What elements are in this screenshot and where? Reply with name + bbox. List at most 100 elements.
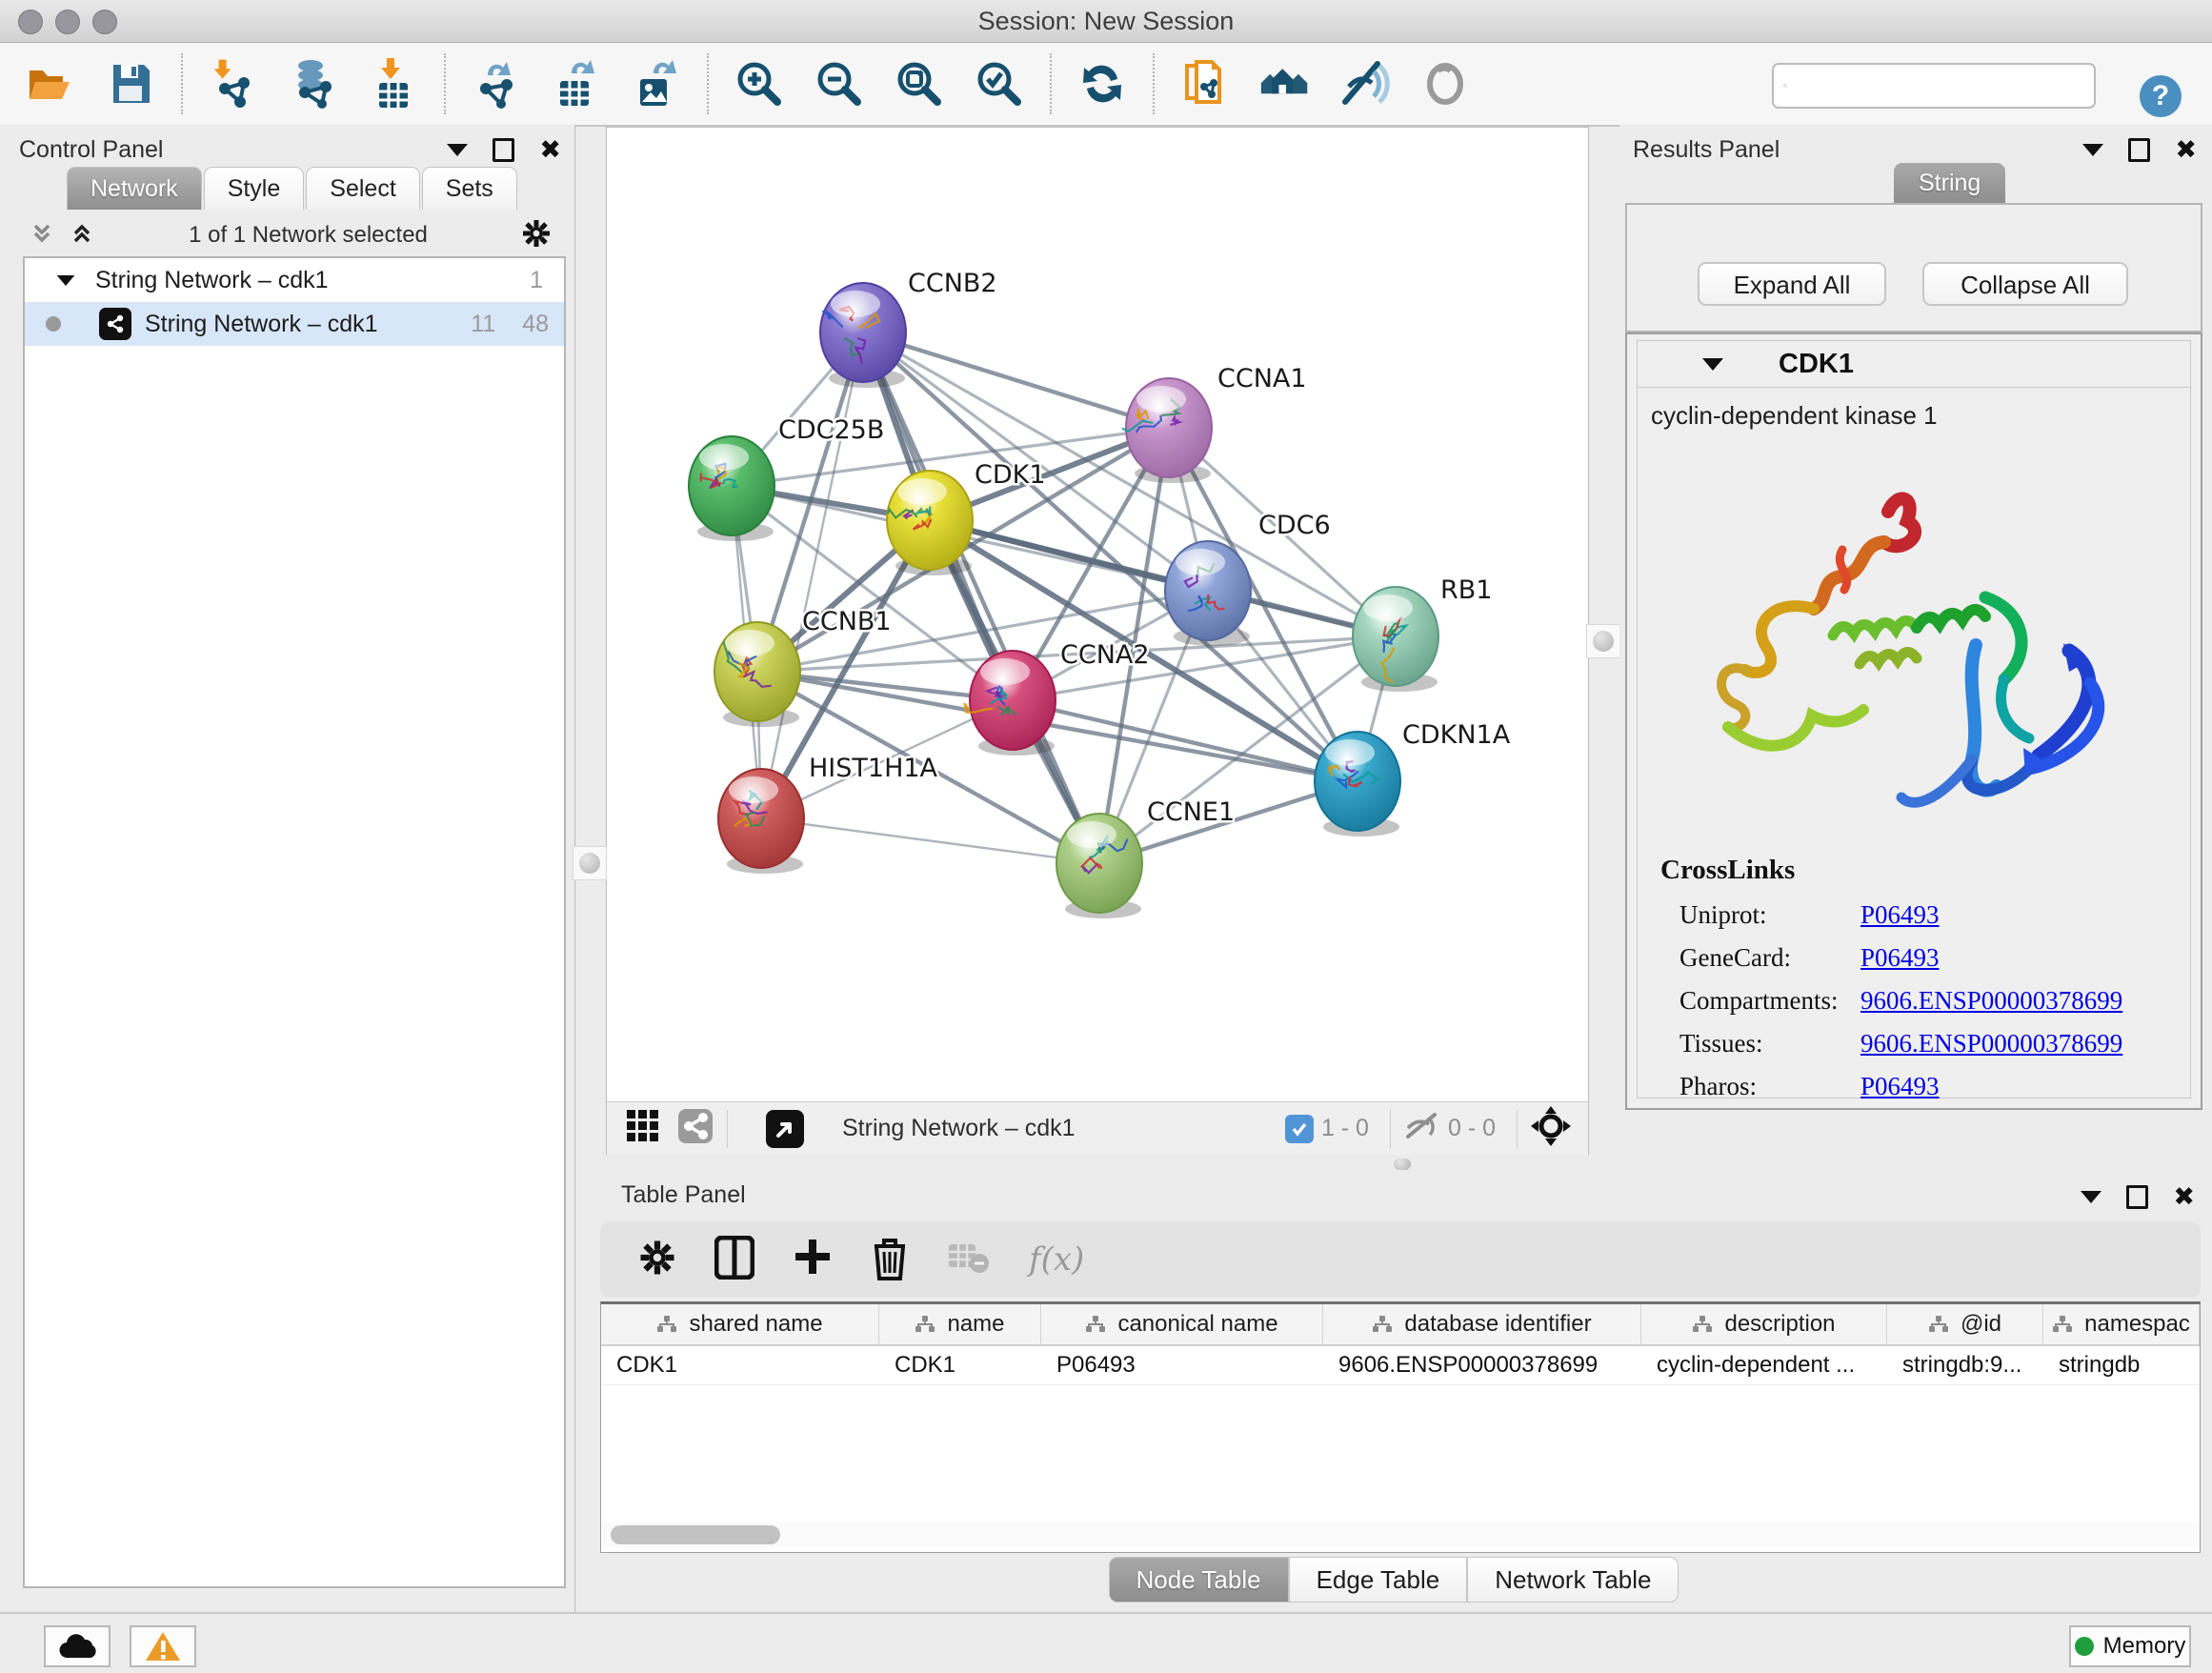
selected-checkbox-icon[interactable]: [1285, 1115, 1314, 1143]
column-header-database-identifier[interactable]: database identifier: [1323, 1304, 1641, 1344]
column-header-namespac[interactable]: namespac: [2043, 1304, 2200, 1344]
crosslink-link[interactable]: P06493: [1860, 943, 1940, 973]
close-panel-icon[interactable]: ✖: [539, 141, 561, 160]
horizontal-splitter-handle[interactable]: [1385, 1157, 1419, 1172]
zoom-fit-icon[interactable]: [894, 58, 945, 110]
show-all-icon[interactable]: [1419, 58, 1471, 110]
table-body: CDK1CDK1P064939606.ENSP00000378699cyclin…: [601, 1346, 2200, 1385]
zoom-in-icon[interactable]: [734, 58, 785, 110]
column-header-description[interactable]: description: [1641, 1304, 1887, 1344]
node-label: RB1: [1440, 575, 1492, 605]
tab-select[interactable]: Select: [306, 167, 419, 210]
tab-node-table[interactable]: Node Table: [1109, 1557, 1289, 1602]
network-selection-status: 1 of 1 Network selected: [95, 222, 521, 249]
collapse-table-icon[interactable]: [2081, 1191, 2101, 1203]
tab-network[interactable]: Network: [67, 167, 202, 210]
network-node-cdc6: CDC6: [1165, 511, 1331, 646]
collapse-results-icon[interactable]: [2082, 144, 2103, 156]
tab-style[interactable]: Style: [204, 167, 305, 210]
import-network-from-database-icon[interactable]: [288, 58, 339, 110]
export-network-icon[interactable]: [471, 58, 522, 110]
export-table-icon[interactable]: [551, 58, 602, 110]
hide-selected-icon[interactable]: [1339, 58, 1391, 110]
expand-all-networks-icon[interactable]: [69, 220, 95, 252]
collapse-panel-icon[interactable]: [447, 144, 468, 156]
tab-edge-table[interactable]: Edge Table: [1289, 1557, 1468, 1602]
tab-network-table[interactable]: Network Table: [1467, 1557, 1679, 1602]
network-edge: [761, 818, 1099, 863]
search-icon: [1783, 73, 1787, 98]
duplicate-network-icon[interactable]: [1179, 58, 1231, 110]
search-input[interactable]: [1795, 68, 2094, 104]
right-splitter-handle[interactable]: [1586, 624, 1620, 658]
zoom-selected-icon[interactable]: [974, 58, 1025, 110]
cloud-status-button[interactable]: [44, 1625, 111, 1667]
column-header--id[interactable]: @id: [1887, 1304, 2043, 1344]
title-bar: Session: New Session: [0, 0, 2212, 43]
gene-header[interactable]: CDK1: [1637, 340, 2191, 388]
crosslink-link[interactable]: 9606.ENSP00000378699: [1860, 986, 2122, 1016]
network-canvas[interactable]: CCNB2CCNA1CDC25BCDK1CDC6RB1CCNB1CCNA2CDK…: [607, 128, 1588, 1101]
results-content-box: CDK1 cyclin-dependent kinase 1: [1625, 333, 2202, 1110]
birds-eye-view-icon[interactable]: [766, 1110, 804, 1148]
close-results-icon[interactable]: ✖: [2175, 141, 2197, 160]
node-label: HIST1H1A: [809, 754, 938, 783]
float-panel-icon[interactable]: [493, 138, 514, 162]
expand-all-button[interactable]: Expand All: [1698, 262, 1886, 306]
network-share-icon[interactable]: [677, 1108, 714, 1149]
table-toolbar: f(x): [600, 1221, 2201, 1298]
network-label: String Network – cdk1: [145, 311, 471, 338]
tab-sets[interactable]: Sets: [422, 167, 517, 210]
network-options-gear-icon[interactable]: [521, 218, 552, 253]
import-network-icon[interactable]: [208, 58, 259, 110]
delete-table-icon[interactable]: [947, 1240, 991, 1280]
close-table-icon[interactable]: ✖: [2173, 1188, 2195, 1207]
left-splitter-handle[interactable]: [573, 846, 607, 880]
refresh-icon[interactable]: [1076, 58, 1128, 110]
open-session-icon[interactable]: [25, 58, 76, 110]
table-options-gear-icon[interactable]: [638, 1239, 676, 1281]
save-session-icon[interactable]: [105, 58, 156, 110]
scrollbar-thumb[interactable]: [611, 1525, 780, 1544]
memory-button[interactable]: Memory: [2069, 1625, 2191, 1667]
collapse-all-networks-icon[interactable]: [29, 220, 55, 252]
gene-expander-icon[interactable]: [1702, 358, 1723, 371]
table-row[interactable]: CDK1CDK1P064939606.ENSP00000378699cyclin…: [601, 1346, 2200, 1385]
network-edge: [1013, 700, 1357, 781]
delete-column-icon[interactable]: [871, 1235, 909, 1285]
column-header-canonical-name[interactable]: canonical name: [1041, 1304, 1323, 1344]
table-horizontal-scrollbar[interactable]: [601, 1522, 2200, 1547]
crosslink-row: Pharos:P06493: [1679, 1072, 2194, 1115]
network-node-ccna1: CCNA1: [1122, 364, 1307, 483]
tab-string[interactable]: String: [1894, 163, 2005, 203]
column-header-name[interactable]: name: [879, 1304, 1041, 1344]
grid-view-icon[interactable]: [626, 1109, 660, 1148]
network-row[interactable]: String Network – cdk1 11 48: [25, 302, 564, 346]
main-toolbar: ?: [0, 43, 2212, 127]
help-icon[interactable]: ?: [2140, 75, 2182, 117]
control-panel-tabs: Network Style Select Sets: [67, 167, 519, 210]
string-home-icon[interactable]: [1259, 58, 1311, 110]
export-image-icon[interactable]: [631, 58, 682, 110]
crosslink-link[interactable]: P06493: [1860, 900, 1940, 930]
show-columns-icon[interactable]: [714, 1236, 754, 1284]
network-collection-row[interactable]: String Network – cdk1 1: [25, 258, 564, 302]
memory-label: Memory: [2103, 1633, 2186, 1660]
import-table-icon[interactable]: [368, 58, 419, 110]
table-cell: CDK1: [601, 1346, 879, 1384]
float-table-icon[interactable]: [2126, 1185, 2148, 1209]
collapse-all-button[interactable]: Collapse All: [1922, 262, 2128, 306]
column-header-shared-name[interactable]: shared name: [601, 1304, 879, 1344]
warning-status-button[interactable]: [130, 1625, 196, 1667]
float-results-icon[interactable]: [2128, 138, 2150, 162]
crosslink-link[interactable]: 9606.ENSP00000378699: [1860, 1029, 2122, 1058]
crosslink-label: Tissues:: [1679, 1029, 1763, 1058]
zoom-out-icon[interactable]: [814, 58, 865, 110]
collection-expander-icon[interactable]: [57, 274, 75, 285]
function-builder-icon[interactable]: f(x): [1029, 1240, 1084, 1279]
add-column-icon[interactable]: [793, 1236, 833, 1284]
crosslink-link[interactable]: P06493: [1860, 1072, 1940, 1101]
crosslink-row: Compartments:9606.ENSP00000378699: [1679, 986, 2194, 1029]
center-view-icon[interactable]: [1531, 1106, 1571, 1151]
network-node-hist1h1a: HIST1H1A: [718, 754, 938, 874]
